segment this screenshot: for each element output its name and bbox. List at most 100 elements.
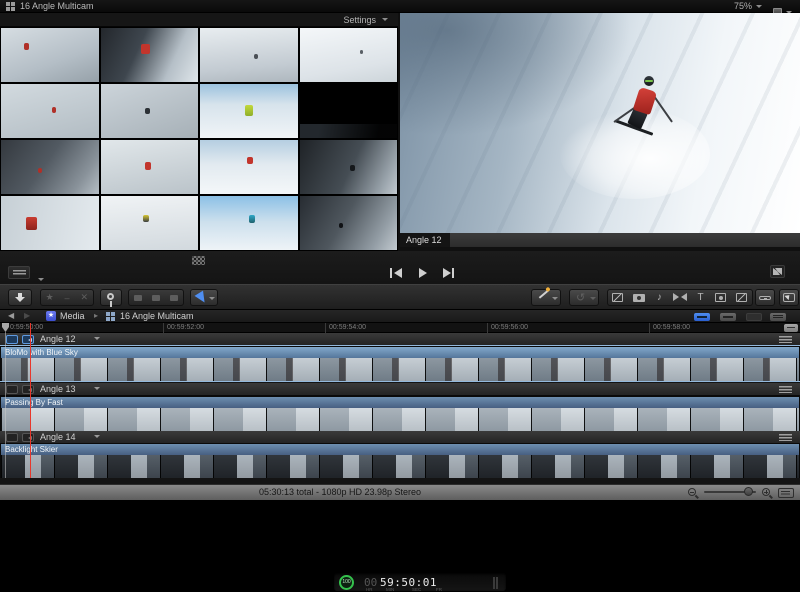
effects-browser-button[interactable]	[608, 289, 628, 306]
angle-thumbnail-8[interactable]	[300, 84, 398, 138]
angle-thumbnail-15[interactable]	[200, 196, 298, 250]
track-header-angle-13[interactable]: Angle 13	[0, 383, 800, 396]
clip-appearance-button[interactable]	[778, 488, 794, 498]
angle-av-switch-button[interactable]	[8, 266, 30, 279]
audio-monitor-icon[interactable]	[22, 433, 34, 442]
enhancements-dropdown[interactable]	[531, 289, 561, 306]
chevron-down-icon[interactable]	[94, 435, 100, 441]
photos-browser-button[interactable]	[629, 289, 649, 306]
timeline-zoom-slider[interactable]	[704, 491, 756, 493]
track-menu-icon[interactable]	[779, 386, 792, 393]
angle-thumbnail-9[interactable]	[1, 140, 99, 194]
track-angle-label[interactable]: Angle 12	[40, 334, 76, 344]
angle-thumbnail-10[interactable]	[101, 140, 199, 194]
audio-meters-icon[interactable]	[493, 577, 498, 589]
retime-icon: ↺	[576, 292, 585, 304]
video-monitor-icon[interactable]	[6, 385, 18, 394]
unrate-button[interactable]: –	[58, 293, 75, 303]
tool-select-dropdown[interactable]	[190, 289, 218, 306]
chevron-down-icon[interactable]	[94, 387, 100, 393]
share-button[interactable]	[779, 289, 799, 306]
timeline-handle[interactable]	[784, 324, 798, 332]
minus-sign	[690, 492, 694, 493]
clip-blomo-with-blue-sky[interactable]: BloMo with Blue Sky	[0, 346, 800, 381]
chevron-down-icon[interactable]	[94, 337, 100, 343]
status-bar: 05:30:13 total - 1080p HD 23.98p Stereo	[0, 484, 800, 500]
show-both-button[interactable]	[746, 313, 762, 321]
clip-filmstrip[interactable]	[1, 358, 799, 381]
track-header-angle-12[interactable]: Angle 12	[0, 333, 800, 346]
playhead-marker[interactable]	[2, 323, 9, 332]
track-angle-label[interactable]: Angle 14	[40, 432, 76, 442]
show-audio-button[interactable]	[720, 313, 736, 321]
angle-thumbnail-4[interactable]	[300, 28, 398, 82]
generators-browser-button[interactable]	[711, 289, 731, 306]
next-triangle-icon	[443, 268, 451, 278]
event-star-icon: ★	[46, 311, 56, 321]
track-angle-label[interactable]: Angle 13	[40, 384, 76, 394]
breadcrumb-project[interactable]: 16 Angle Multicam	[120, 311, 194, 321]
zoom-in-icon[interactable]	[762, 488, 770, 496]
angle-thumbnail-3[interactable]	[200, 28, 298, 82]
clip-backlight-skier[interactable]: Backlight Skier	[0, 443, 800, 478]
next-frame-button[interactable]	[440, 266, 458, 279]
play-button[interactable]	[414, 266, 432, 279]
prev-triangle-icon	[394, 268, 402, 278]
music-browser-button[interactable]: ♪	[649, 289, 669, 306]
viewer-zoom-dropdown[interactable]: 75%	[734, 1, 762, 11]
angle-thumbnail-11[interactable]	[200, 140, 298, 194]
previous-frame-button[interactable]	[388, 266, 406, 279]
video-monitor-icon[interactable]	[6, 335, 18, 344]
rating-button-group: ★ – ✕	[40, 289, 94, 306]
external-monitor-button[interactable]	[755, 289, 775, 306]
history-forward-button[interactable]: ▶	[24, 311, 30, 320]
track-menu-icon[interactable]	[779, 434, 792, 441]
angle-thumbnail-14[interactable]	[101, 196, 199, 250]
video-monitor-icon[interactable]	[6, 433, 18, 442]
angle-thumbnail-12[interactable]	[300, 140, 398, 194]
connect-edit-button[interactable]	[134, 295, 142, 301]
append-edit-button[interactable]	[170, 295, 178, 301]
angle-list-button[interactable]	[770, 313, 786, 321]
themes-browser-button[interactable]	[732, 289, 752, 306]
favorite-button[interactable]: ★	[41, 292, 58, 303]
clip-filmstrip[interactable]	[1, 408, 799, 431]
show-video-button[interactable]	[694, 313, 710, 321]
dashboard[interactable]: 100 00 59:50:01 HR MIN SEC FR	[333, 572, 507, 592]
clip-filmstrip[interactable]	[1, 455, 799, 478]
angle-thumbnail-7[interactable]	[200, 84, 298, 138]
angle-thumbnail-5[interactable]	[1, 84, 99, 138]
fullscreen-button[interactable]	[770, 265, 785, 278]
angle-thumbnail-2[interactable]	[101, 28, 199, 82]
breadcrumb-separator-icon: ▸	[94, 311, 98, 320]
prev-bar-icon	[390, 268, 392, 278]
angle-thumbnail-16[interactable]	[300, 196, 398, 250]
reject-button[interactable]: ✕	[76, 292, 93, 303]
angle-thumbnail-13[interactable]	[1, 196, 99, 250]
titles-browser-button[interactable]: T	[691, 289, 711, 306]
chevron-down-icon	[209, 297, 215, 303]
zoom-out-icon[interactable]	[688, 488, 696, 496]
playhead-line[interactable]	[5, 332, 6, 478]
import-media-button[interactable]	[8, 289, 32, 306]
settings-menu[interactable]: Settings	[343, 15, 376, 25]
audio-monitor-icon[interactable]	[22, 385, 34, 394]
angle-thumbnail-1[interactable]	[1, 28, 99, 82]
keyword-editor-button[interactable]	[100, 289, 122, 306]
audio-monitor-icon[interactable]	[22, 335, 34, 344]
timeline-ruler[interactable]: 0:59:50:00 00:59:52:00 00:59:54:00 00:59…	[0, 323, 800, 333]
track-menu-icon[interactable]	[779, 336, 792, 343]
ruler-label: 00:59:52:00	[167, 324, 204, 331]
background-tasks-indicator[interactable]: 100	[339, 575, 354, 590]
insert-edit-button[interactable]	[152, 295, 160, 301]
history-back-button[interactable]: ◀	[8, 311, 14, 320]
breadcrumb-library[interactable]: Media	[60, 311, 85, 321]
clip-passing-by-fast[interactable]: Passing By Fast	[0, 396, 800, 431]
angle-thumbnail-6[interactable]	[101, 84, 199, 138]
angle-grid-layout-icon[interactable]	[192, 256, 205, 265]
retime-dropdown[interactable]: ↺	[569, 289, 599, 306]
chevron-down-icon[interactable]	[382, 18, 388, 24]
zoom-slider-thumb[interactable]	[744, 487, 753, 496]
transitions-browser-button[interactable]	[670, 289, 690, 306]
ruler-tick	[325, 323, 326, 333]
